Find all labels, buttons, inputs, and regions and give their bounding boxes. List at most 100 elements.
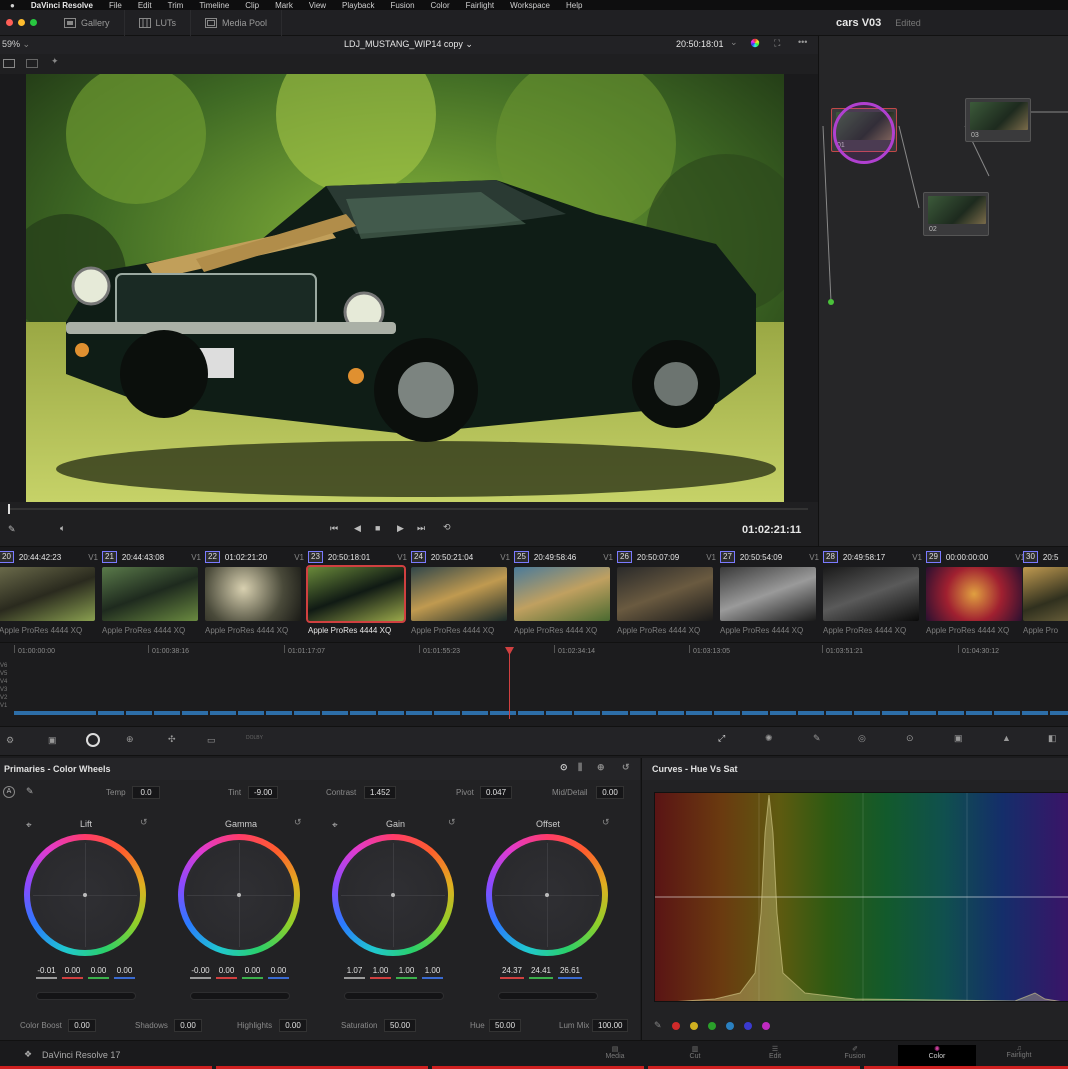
clip-thumbnail[interactable]: 21 20:44:43:08 V1 Apple ProRes 4444 XQ — [100, 547, 203, 643]
lift-y-value[interactable]: -0.01 — [36, 966, 57, 979]
lift-r-value[interactable]: 0.00 — [62, 966, 83, 979]
magenta-swatch[interactable] — [761, 1021, 770, 1030]
menu-app-name[interactable]: DaVinci Resolve — [31, 1, 93, 10]
menu-color[interactable]: Color — [431, 1, 450, 10]
more-options-icon[interactable]: ••• — [798, 37, 807, 47]
blur-icon[interactable]: ▲ — [1002, 733, 1011, 743]
color-wheels-icon[interactable] — [86, 733, 100, 747]
clip-thumbnail[interactable]: 22 01:02:21:20 V1 Apple ProRes 4444 XQ — [203, 547, 306, 643]
gamma-r-value[interactable]: 0.00 — [216, 966, 237, 979]
reset-icon[interactable]: ↺ — [448, 817, 456, 828]
tracker-icon[interactable]: ⊙ — [906, 733, 914, 744]
offset-master-slider[interactable] — [498, 992, 598, 1000]
clip-thumbnail[interactable]: 28 20:49:58:17 V1 Apple ProRes 4444 XQ — [821, 547, 924, 643]
wand-icon[interactable]: ✦ — [51, 56, 59, 67]
gallery-button[interactable]: Gallery — [50, 9, 125, 36]
clip-thumbnail[interactable]: 29 00:00:00:00 V1 Apple ProRes 4444 XQ — [924, 547, 1027, 643]
minimize-window-button[interactable] — [18, 19, 25, 26]
eyedropper-icon[interactable]: ✎ — [8, 524, 16, 535]
camera-raw-icon[interactable]: ⚙ — [6, 735, 14, 746]
clip-thumbnail[interactable]: 20 20:44:42:23 V1 Apple ProRes 4444 XQ — [0, 547, 100, 643]
clip-thumbnail[interactable]: 30 20:5 Apple Pro — [1021, 547, 1068, 643]
close-window-button[interactable] — [6, 19, 13, 26]
clip-thumbnail[interactable]: 27 20:50:54:09 V1 Apple ProRes 4444 XQ — [718, 547, 821, 643]
yellow-swatch[interactable] — [689, 1021, 698, 1030]
color-warper-icon[interactable]: ✺ — [765, 733, 773, 744]
color-boost-field[interactable]: 0.00 — [68, 1019, 96, 1032]
lift-master-slider[interactable] — [36, 992, 136, 1000]
crosshair-icon[interactable]: ⌖ — [332, 820, 338, 831]
play-icon[interactable]: ▶ — [397, 523, 404, 534]
green-swatch[interactable] — [707, 1021, 716, 1030]
shadows-field[interactable]: 0.00 — [174, 1019, 202, 1032]
red-swatch[interactable] — [671, 1021, 680, 1030]
mini-timeline[interactable]: 01:00:00:00 01:00:38:16 01:01:17:07 01:01:5… — [0, 642, 1068, 726]
saturation-field[interactable]: 50.00 — [384, 1019, 417, 1032]
timeline-playhead[interactable] — [509, 651, 510, 719]
lift-wheel[interactable] — [24, 834, 146, 956]
go-to-end-icon[interactable]: ⏭︎ — [417, 523, 425, 534]
viewer-image[interactable] — [26, 74, 784, 502]
menu-timeline[interactable]: Timeline — [199, 1, 229, 10]
gain-wheel[interactable] — [332, 834, 454, 956]
offset-g-value[interactable]: 24.41 — [529, 966, 553, 979]
menu-workspace[interactable]: Workspace — [510, 1, 550, 10]
window-icon[interactable]: ◎ — [858, 733, 866, 744]
menu-mark[interactable]: Mark — [275, 1, 293, 10]
dolby-vision-icon[interactable]: DOLBY — [246, 735, 263, 741]
offset-wheel[interactable] — [486, 834, 608, 956]
node-03[interactable]: 03 — [965, 98, 1031, 142]
reset-icon[interactable]: ↺ — [602, 817, 610, 828]
gamma-wheel[interactable] — [178, 834, 300, 956]
clip-thumbnail[interactable]: 24 20:50:21:04 V1 Apple ProRes 4444 XQ — [409, 547, 512, 643]
rgb-mixer-icon[interactable]: ⊕ — [126, 734, 134, 745]
zoom-dropdown[interactable]: 59% ⌄ — [2, 39, 30, 50]
scrubber-playhead[interactable] — [8, 504, 10, 514]
hue-vs-sat-graph[interactable] — [654, 792, 1068, 1002]
curves-icon[interactable]: ⤢ — [718, 733, 725, 744]
crosshair-icon[interactable]: ⌖ — [26, 820, 32, 831]
chevron-down-icon[interactable]: ⌄ — [730, 37, 738, 48]
qualifier-icon[interactable]: ✎ — [813, 733, 821, 744]
stop-icon[interactable]: ■ — [375, 523, 380, 533]
gamma-y-value[interactable]: -0.00 — [190, 966, 211, 979]
hdr-icon[interactable]: ▭ — [207, 735, 216, 746]
play-reverse-icon[interactable]: ◀ — [354, 523, 361, 534]
reset-icon[interactable]: ↺ — [294, 817, 302, 828]
menu-file[interactable]: File — [109, 1, 122, 10]
gamma-b-value[interactable]: 0.00 — [268, 966, 289, 979]
hue-field[interactable]: 50.00 — [489, 1019, 522, 1032]
menu-view[interactable]: View — [309, 1, 326, 10]
gamma-g-value[interactable]: 0.00 — [242, 966, 263, 979]
color-match-icon[interactable]: ▣ — [48, 735, 57, 746]
luts-button[interactable]: LUTs — [125, 9, 192, 36]
clip-thumbnail[interactable]: 23 20:50:18:01 V1 Apple ProRes 4444 XQ — [306, 547, 409, 643]
node-02[interactable]: 02 — [923, 192, 989, 236]
clip-thumbnail[interactable]: 26 20:50:07:09 V1 Apple ProRes 4444 XQ — [615, 547, 718, 643]
highlights-field[interactable]: 0.00 — [279, 1019, 307, 1032]
timeline-clips-v1[interactable] — [14, 711, 1068, 715]
media-pool-button[interactable]: Media Pool — [191, 9, 283, 36]
node-editor[interactable]: 01 02 03 — [818, 36, 1068, 546]
loop-icon[interactable]: ⟲ — [443, 522, 451, 533]
scrubber-track[interactable] — [8, 508, 808, 510]
menu-fairlight[interactable]: Fairlight — [466, 1, 494, 10]
blue-swatch[interactable] — [743, 1021, 752, 1030]
lift-g-value[interactable]: 0.00 — [88, 966, 109, 979]
gain-master-slider[interactable] — [344, 992, 444, 1000]
clip-thumbnail[interactable]: 25 20:49:58:46 V1 Apple ProRes 4444 XQ — [512, 547, 615, 643]
reset-icon[interactable]: ↺ — [622, 762, 630, 773]
color-wheel-icon[interactable] — [750, 38, 760, 48]
speaker-icon[interactable]: 🔈︎ — [60, 523, 65, 534]
gamma-master-slider[interactable] — [190, 992, 290, 1000]
menu-help[interactable]: Help — [566, 1, 582, 10]
menu-clip[interactable]: Clip — [245, 1, 259, 10]
magic-mask-icon[interactable]: ▣ — [954, 733, 963, 744]
offset-r-value[interactable]: 24.37 — [500, 966, 524, 979]
gain-r-value[interactable]: 1.00 — [370, 966, 391, 979]
eyedropper-icon[interactable]: ✎ — [654, 1020, 662, 1031]
timeline-clip[interactable] — [14, 711, 78, 715]
gain-g-value[interactable]: 1.00 — [396, 966, 417, 979]
single-view-icon[interactable] — [3, 59, 15, 68]
clip-name-dropdown[interactable]: LDJ_MUSTANG_WIP14 copy ⌄ — [344, 39, 473, 50]
